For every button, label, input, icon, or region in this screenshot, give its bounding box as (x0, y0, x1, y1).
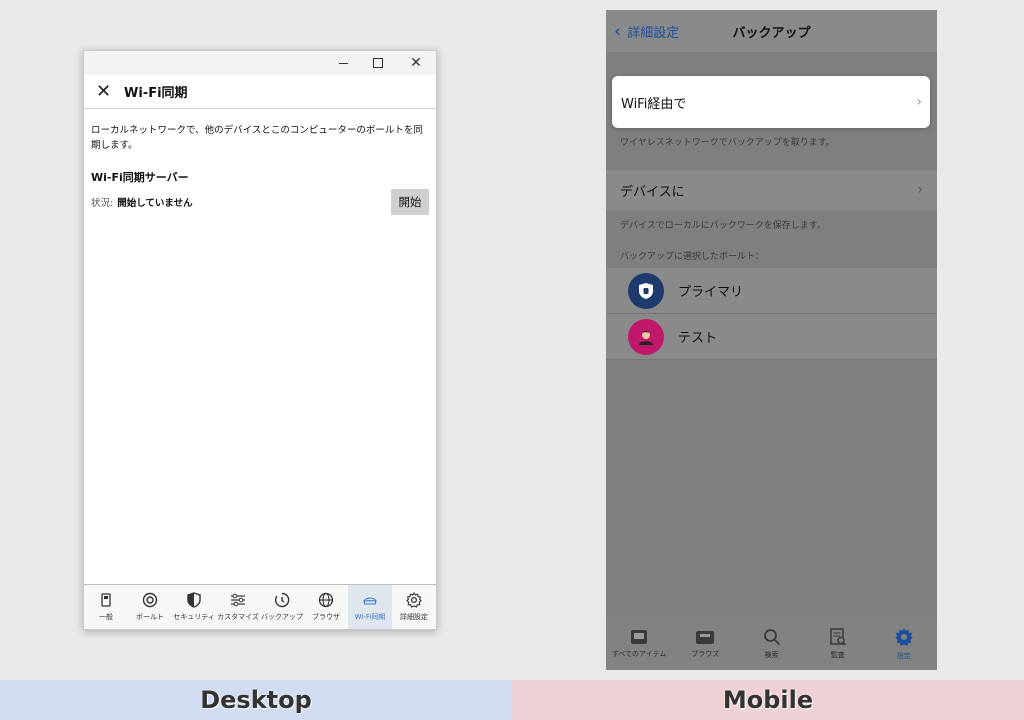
status-label: 状況: (91, 198, 114, 209)
tab-label: 設定 (896, 652, 911, 660)
wifi-backup-option[interactable]: WiFi経由で › (612, 76, 930, 128)
vault-item-primary[interactable]: プライマリ (606, 268, 937, 314)
settings-header: ✕ Wi-Fi同期 (84, 75, 436, 109)
mobile-navbar: ‹ 詳細設定 バックアップ (606, 10, 937, 52)
tab-vaults[interactable]: ボールト (128, 585, 172, 629)
desktop-tab-bar: 一般 ボールト セキュリティ カスタマイズ バックアップ ブラウザ Wi-Fi同… (84, 584, 436, 629)
tray-icon (696, 631, 715, 644)
tab-label: 検索 (764, 651, 779, 659)
items-icon (631, 630, 648, 644)
audit-icon (829, 628, 846, 646)
tab-all-items[interactable]: すべてのアイテム (606, 618, 672, 670)
tab-search[interactable]: 検索 (738, 618, 804, 670)
tab-label: セキュリティ (173, 613, 215, 621)
desktop-window: ✕ ✕ Wi-Fi同期 ローカルネットワークで、他のデバイスとこのコンピューター… (83, 50, 437, 630)
search-icon (763, 629, 780, 646)
lock-icon (639, 282, 653, 299)
tab-label: 詳細設定 (400, 613, 428, 621)
tab-label: カスタマイズ (217, 613, 259, 621)
vault-item-test[interactable]: テスト (606, 314, 937, 360)
clock-icon (274, 592, 290, 608)
back-button[interactable]: ‹ 詳細設定 (614, 21, 679, 42)
tab-customize[interactable]: カスタマイズ (216, 585, 260, 629)
window-close-button[interactable]: ✕ (401, 51, 431, 75)
status-value: 開始していません (117, 198, 193, 209)
mobile-screen: ‹ 詳細設定 バックアップ WiFi経由で › ワイヤレスネットワークでバックア… (606, 10, 937, 670)
desktop-caption: Desktop (0, 680, 512, 720)
vault-name: プライマリ (678, 285, 744, 300)
tab-wifi-sync[interactable]: Wi-Fi同期 (348, 585, 392, 629)
tab-audit[interactable]: 監査 (805, 618, 871, 670)
vault-name: テスト (678, 331, 718, 346)
shield-icon (186, 592, 202, 608)
tab-security[interactable]: セキュリティ (172, 585, 216, 629)
tab-label: バックアップ (261, 613, 303, 621)
tab-label: ボールト (136, 613, 164, 621)
vault-icon (142, 592, 158, 608)
tab-label: ブラウザ (312, 613, 340, 621)
vault-avatar (628, 272, 664, 309)
phone-icon (98, 592, 114, 608)
device-backup-option[interactable]: デバイスに › (606, 170, 937, 210)
option-label: デバイスに (620, 184, 685, 200)
chevron-right-icon: › (917, 182, 923, 198)
gear-icon (895, 628, 913, 646)
chevron-left-icon: ‹ (614, 20, 622, 42)
gear-icon (406, 592, 422, 608)
tab-settings[interactable]: 設定 (871, 618, 937, 670)
tab-label: 監査 (830, 651, 845, 659)
sync-icon (362, 592, 378, 608)
chevron-right-icon: › (916, 94, 922, 110)
person-icon (639, 330, 653, 345)
tab-label: Wi-Fi同期 (354, 613, 386, 621)
mobile-caption: Mobile (512, 680, 1024, 720)
tab-advanced[interactable]: 詳細設定 (392, 585, 436, 629)
page-title: Wi-Fi同期 (124, 86, 188, 101)
sliders-icon (230, 592, 246, 608)
window-titlebar: ✕ (84, 51, 436, 75)
tab-general[interactable]: 一般 (84, 585, 128, 629)
section-title: Wi-Fi同期サーバー (91, 171, 189, 184)
device-note: デバイスでローカルにバックワークを保存します。 (620, 221, 826, 231)
tab-browser[interactable]: ブラウザ (304, 585, 348, 629)
tab-label: 一般 (99, 613, 113, 621)
vaults-header: バックアップに選択したボールト： (620, 252, 765, 262)
description-text: ローカルネットワークで、他のデバイスとこのコンピューターのボールトを同期します。 (91, 125, 423, 151)
start-button[interactable]: 開始 (391, 189, 429, 215)
status-row: 状況: 開始していません 開始 (91, 189, 429, 215)
tab-backup[interactable]: バックアップ (260, 585, 304, 629)
vault-avatar (628, 318, 664, 355)
close-icon[interactable]: ✕ (96, 81, 120, 102)
tab-browse[interactable]: ブラウズ (672, 618, 738, 670)
back-label: 詳細設定 (627, 25, 680, 41)
mobile-tab-bar: すべてのアイテム ブラウズ 検索 監査 設定 (606, 618, 937, 670)
option-label: WiFi経由で (621, 96, 687, 112)
tab-label: すべてのアイテム (611, 650, 667, 658)
tab-label: ブラウズ (691, 650, 720, 658)
wifi-note: ワイヤレスネットワークでバックアップを取ります。 (620, 138, 835, 148)
minimize-button[interactable] (328, 51, 358, 75)
globe-icon (318, 592, 334, 608)
settings-body: ローカルネットワークで、他のデバイスとこのコンピューターのボールトを同期します。… (84, 109, 436, 215)
maximize-button[interactable] (363, 51, 393, 75)
